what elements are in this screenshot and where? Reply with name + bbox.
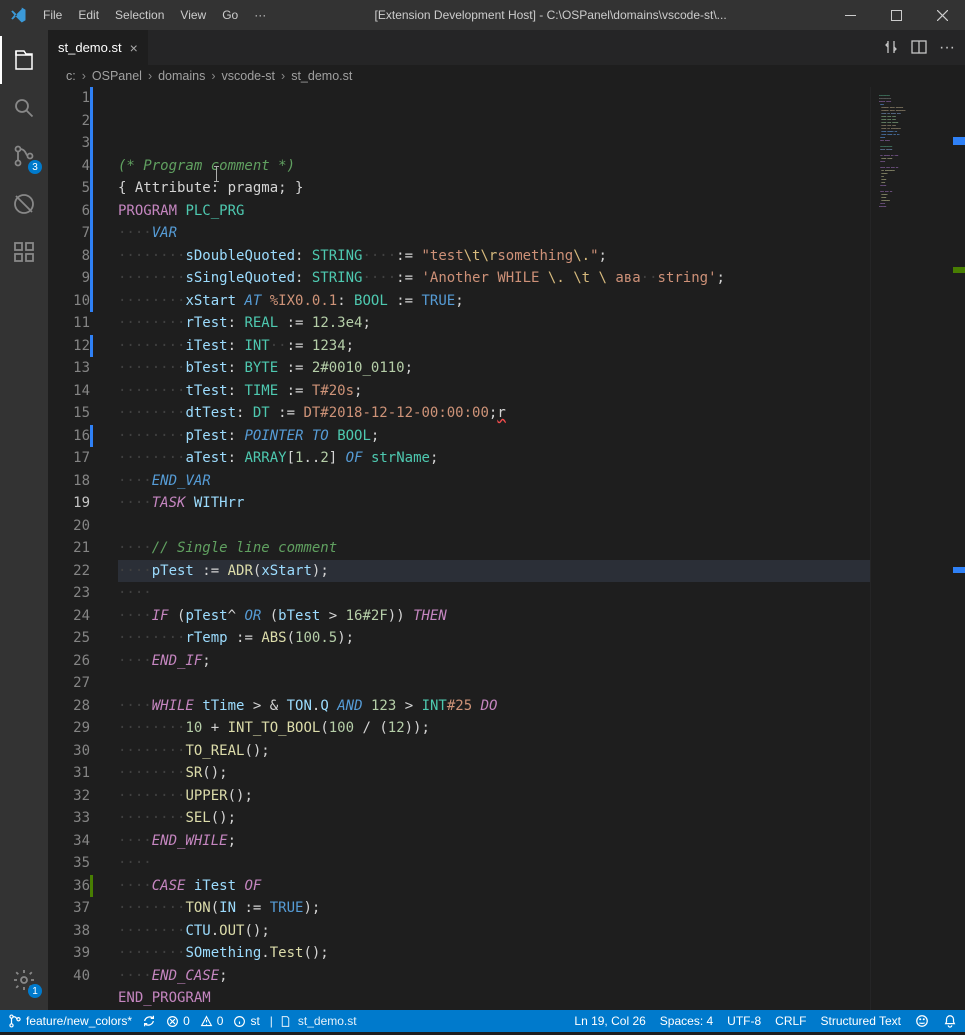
breadcrumb-item[interactable]: OSPanel <box>92 69 142 83</box>
minimap[interactable]: ▬▬▬▬▬▬▬▬▬ ▬▬▬▬▬▬▬▬▬▬ ▬▬▬▬▬ ▬▬▬▬ ▬▬▬ ▬▬▬▬… <box>870 87 965 1010</box>
compare-changes-icon[interactable] <box>883 39 899 57</box>
split-editor-icon[interactable] <box>911 39 927 57</box>
text-cursor <box>216 166 217 182</box>
cursor-position[interactable]: Ln 19, Col 26 <box>574 1014 645 1028</box>
indentation[interactable]: Spaces: 4 <box>660 1014 713 1028</box>
tabs-bar: st_demo.st × ··· <box>48 30 965 65</box>
breadcrumbs[interactable]: c: › OSPanel › domains › vscode-st › st_demo… <box>48 65 965 87</box>
maximize-button[interactable] <box>873 0 919 30</box>
close-icon[interactable]: × <box>130 40 138 56</box>
menu-view[interactable]: View <box>172 2 214 28</box>
menu-go[interactable]: Go <box>214 2 246 28</box>
language-mode[interactable]: Structured Text <box>821 1014 901 1028</box>
encoding[interactable]: UTF-8 <box>727 1014 761 1028</box>
feedback-icon[interactable] <box>915 1014 929 1028</box>
settings-badge: 1 <box>28 984 42 998</box>
sync-icon[interactable] <box>142 1014 156 1028</box>
notifications-icon[interactable] <box>943 1014 957 1028</box>
problems[interactable]: 0 0 <box>166 1014 223 1028</box>
scm-badge: 3 <box>28 160 42 174</box>
menu-bar: File Edit Selection View Go ··· <box>35 2 274 28</box>
vscode-logo <box>0 6 35 24</box>
search-view[interactable] <box>0 84 48 132</box>
close-button[interactable] <box>919 0 965 30</box>
chevron-right-icon: › <box>211 69 215 83</box>
status-bar: feature/new_colors* 0 0 st | st_demo.st … <box>0 1010 965 1032</box>
line-gutter: 1234567891011121314151617181920212223242… <box>48 87 108 1010</box>
activity-bar: 3 1 <box>0 30 48 1010</box>
breadcrumb-item[interactable]: vscode-st <box>222 69 276 83</box>
menu-file[interactable]: File <box>35 2 70 28</box>
titlebar: File Edit Selection View Go ··· [Extensi… <box>0 0 965 30</box>
settings-gear[interactable]: 1 <box>0 956 48 1004</box>
chevron-right-icon: › <box>148 69 152 83</box>
minimize-button[interactable] <box>827 0 873 30</box>
window-title: [Extension Development Host] - C:\OSPane… <box>274 8 827 22</box>
chevron-right-icon: › <box>281 69 285 83</box>
code-content[interactable]: (* Program comment *){ Attribute: pragma… <box>108 87 870 1010</box>
breadcrumb-item[interactable]: st_demo.st <box>291 69 352 83</box>
breadcrumb-item[interactable]: c: <box>66 69 76 83</box>
git-branch[interactable]: feature/new_colors* <box>8 1014 132 1028</box>
extensions-view[interactable] <box>0 228 48 276</box>
text-editor[interactable]: 1234567891011121314151617181920212223242… <box>48 87 965 1010</box>
menu-more[interactable]: ··· <box>246 2 274 28</box>
more-actions-icon[interactable]: ··· <box>939 39 955 57</box>
eol[interactable]: CRLF <box>775 1014 806 1028</box>
editor-group: st_demo.st × ··· c: › OSPanel › domains › v… <box>48 30 965 1010</box>
tab-active[interactable]: st_demo.st × <box>48 30 149 65</box>
debug-view[interactable] <box>0 180 48 228</box>
chevron-right-icon: › <box>82 69 86 83</box>
ext-info[interactable]: st <box>233 1014 259 1028</box>
window-controls <box>827 0 965 30</box>
breadcrumb-item[interactable]: domains <box>158 69 205 83</box>
menu-selection[interactable]: Selection <box>107 2 172 28</box>
current-file[interactable]: | st_demo.st <box>270 1014 357 1028</box>
scm-view[interactable]: 3 <box>0 132 48 180</box>
explorer-view[interactable] <box>0 36 48 84</box>
menu-edit[interactable]: Edit <box>70 2 107 28</box>
tab-label: st_demo.st <box>58 40 122 55</box>
